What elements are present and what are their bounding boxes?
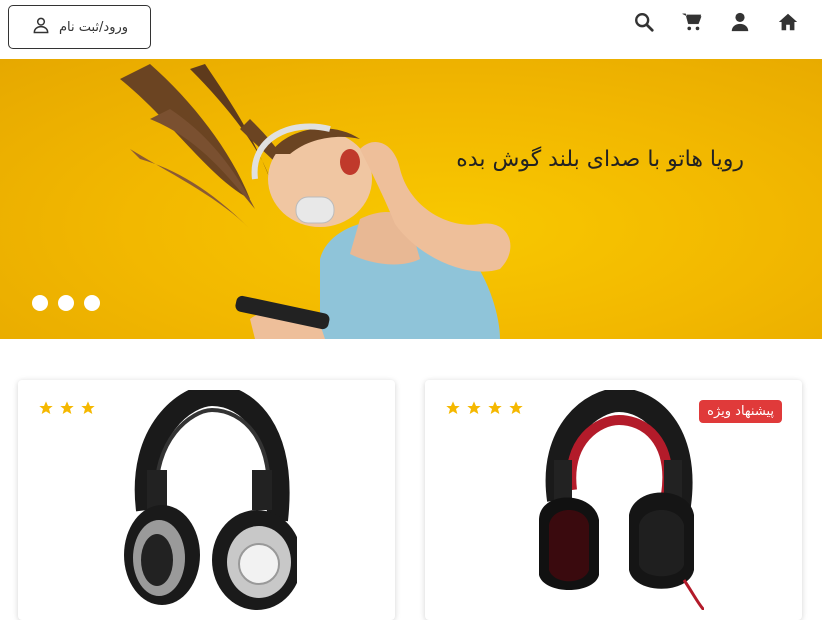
- product-card[interactable]: [18, 380, 395, 620]
- star-icon: [39, 401, 53, 414]
- carousel-dots: [32, 295, 100, 311]
- star-icon: [60, 401, 74, 414]
- login-register-label: ورود/ثبت نام: [58, 19, 129, 35]
- hero-banner[interactable]: رویا هاتو با صدای بلند گوش بده: [0, 59, 822, 339]
- star-icon: [81, 401, 95, 414]
- carousel-dot[interactable]: [84, 295, 100, 311]
- hero-image: [120, 64, 511, 339]
- nav-icons: [632, 10, 800, 34]
- rating-stars: [445, 400, 524, 416]
- rating-stars: [38, 400, 96, 416]
- special-offer-badge: پیشنهاد ویژه: [699, 400, 782, 423]
- product-image-headphones: [123, 390, 297, 610]
- star-icon: [446, 401, 460, 414]
- login-register-button[interactable]: ورود/ثبت نام: [8, 5, 151, 49]
- cart-icon[interactable]: [680, 10, 704, 34]
- hero-title: رویا هاتو با صدای بلند گوش بده: [456, 147, 744, 172]
- user-icon[interactable]: [728, 10, 752, 34]
- product-image-gaming-headset: [538, 390, 704, 610]
- star-icon: [467, 401, 481, 414]
- carousel-dot[interactable]: [58, 295, 74, 311]
- star-icon: [488, 401, 502, 414]
- search-icon[interactable]: [632, 10, 656, 34]
- product-card[interactable]: پیشنهاد ویژه: [425, 380, 802, 620]
- top-navbar: ورود/ثبت نام: [0, 0, 822, 59]
- user-outline-icon: [31, 15, 51, 39]
- home-icon[interactable]: [776, 10, 800, 34]
- star-icon: [509, 401, 523, 414]
- carousel-dot[interactable]: [32, 295, 48, 311]
